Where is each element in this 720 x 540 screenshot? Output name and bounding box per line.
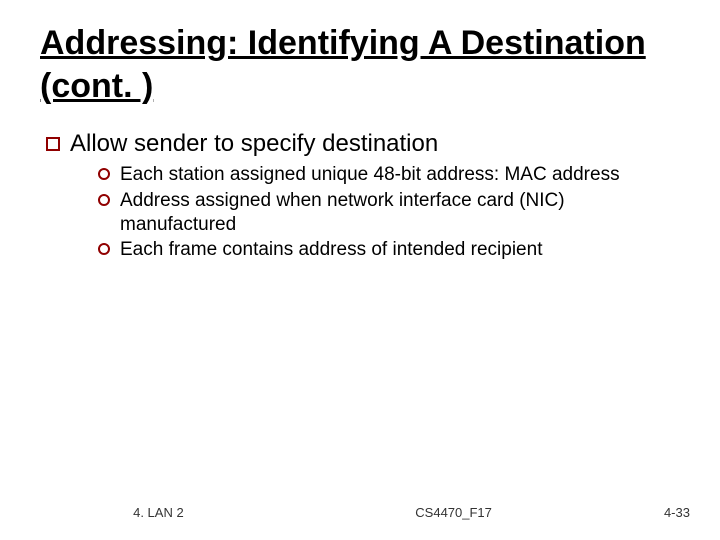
circle-bullet-icon [98,194,110,206]
list-item: Address assigned when network interface … [98,189,638,237]
bullet-level2: Each station assigned unique 48-bit addr… [98,163,638,262]
slide: Addressing: Identifying A Destination (c… [0,0,720,540]
circle-bullet-icon [98,168,110,180]
list-item: Each frame contains address of intended … [98,238,638,262]
list-item: Each station assigned unique 48-bit addr… [98,163,638,187]
bullet-text: Allow sender to specify destination [70,129,438,159]
slide-footer: 4. LAN 2 CS4470_F17 4-33 [0,505,720,520]
bullet-text: Each frame contains address of intended … [120,238,542,262]
footer-left: 4. LAN 2 [0,505,317,520]
footer-center: CS4470_F17 [317,505,591,520]
bullet-text: Each station assigned unique 48-bit addr… [120,163,620,187]
slide-title: Addressing: Identifying A Destination (c… [40,22,680,107]
list-item: Allow sender to specify destination [46,129,680,159]
bullet-text: Address assigned when network interface … [120,189,638,237]
footer-right: 4-33 [590,505,720,520]
circle-bullet-icon [98,243,110,255]
square-bullet-icon [46,137,60,151]
bullet-level1: Allow sender to specify destination Each… [46,129,680,262]
